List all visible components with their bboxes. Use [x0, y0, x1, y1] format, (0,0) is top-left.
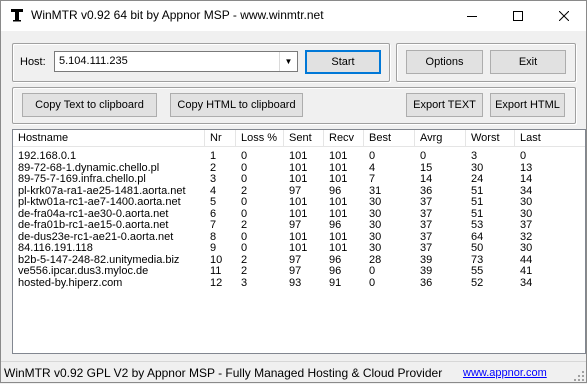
column-header-nr[interactable]: Nr — [205, 130, 236, 147]
exit-button[interactable]: Exit — [490, 50, 566, 74]
cell-best: 0 — [369, 276, 376, 289]
column-header-recv[interactable]: Recv — [324, 130, 364, 147]
cell-loss: 3 — [241, 276, 248, 289]
host-combobox[interactable]: 5.104.111.235 ▼ — [54, 51, 298, 72]
window-title: WinMTR v0.92 64 bit by Appnor MSP - www.… — [31, 8, 324, 22]
maximize-button[interactable] — [495, 0, 541, 31]
column-header-worst[interactable]: Worst — [466, 130, 515, 147]
column-header-avrg[interactable]: Avrg — [415, 130, 466, 147]
app-icon — [11, 9, 23, 22]
options-button[interactable]: Options — [406, 50, 483, 74]
chevron-down-icon: ▼ — [284, 57, 293, 66]
host-value[interactable]: 5.104.111.235 — [59, 55, 128, 67]
results-table[interactable]: Hostname Nr Loss % Sent Recv Best Avrg W… — [12, 129, 586, 354]
combo-dropdown-button[interactable]: ▼ — [279, 52, 297, 71]
export-text-button[interactable]: Export TEXT — [406, 93, 483, 117]
maximize-icon — [513, 10, 523, 21]
appnor-link[interactable]: www.appnor.com — [463, 367, 547, 379]
copy-text-button[interactable]: Copy Text to clipboard — [22, 93, 157, 117]
cell-hostname: hosted-by.hiperz.com — [18, 276, 123, 289]
column-header-sent[interactable]: Sent — [284, 130, 324, 147]
cell-recv: 91 — [329, 276, 342, 289]
column-header-loss[interactable]: Loss % — [236, 130, 284, 147]
column-header-best[interactable]: Best — [364, 130, 415, 147]
minimize-icon — [467, 15, 477, 17]
column-header-hostname[interactable]: Hostname — [13, 130, 205, 147]
table-row[interactable]: hosted-by.hiperz.com 12 3 93 91 0 36 52 34 — [13, 276, 585, 290]
close-icon — [559, 10, 569, 21]
title-bar: WinMTR v0.92 64 bit by Appnor MSP - www.… — [0, 0, 587, 31]
status-text: WinMTR v0.92 GPL V2 by Appnor MSP - Full… — [4, 366, 443, 380]
start-button[interactable]: Start — [305, 50, 381, 74]
minimize-button[interactable] — [449, 0, 495, 31]
cell-avrg: 36 — [420, 276, 433, 289]
column-header-last[interactable]: Last — [515, 130, 585, 147]
close-button[interactable] — [541, 0, 587, 31]
status-bar: WinMTR v0.92 GPL V2 by Appnor MSP - Full… — [0, 361, 587, 384]
cell-last: 34 — [520, 276, 533, 289]
copy-html-button[interactable]: Copy HTML to clipboard — [170, 93, 303, 117]
host-label: Host: — [20, 56, 46, 68]
cell-nr: 12 — [210, 276, 223, 289]
cell-worst: 52 — [471, 276, 484, 289]
table-header: Hostname Nr Loss % Sent Recv Best Avrg W… — [13, 130, 585, 148]
resize-grip-icon[interactable] — [573, 370, 585, 382]
export-html-button[interactable]: Export HTML — [490, 93, 565, 117]
cell-sent: 93 — [289, 276, 302, 289]
